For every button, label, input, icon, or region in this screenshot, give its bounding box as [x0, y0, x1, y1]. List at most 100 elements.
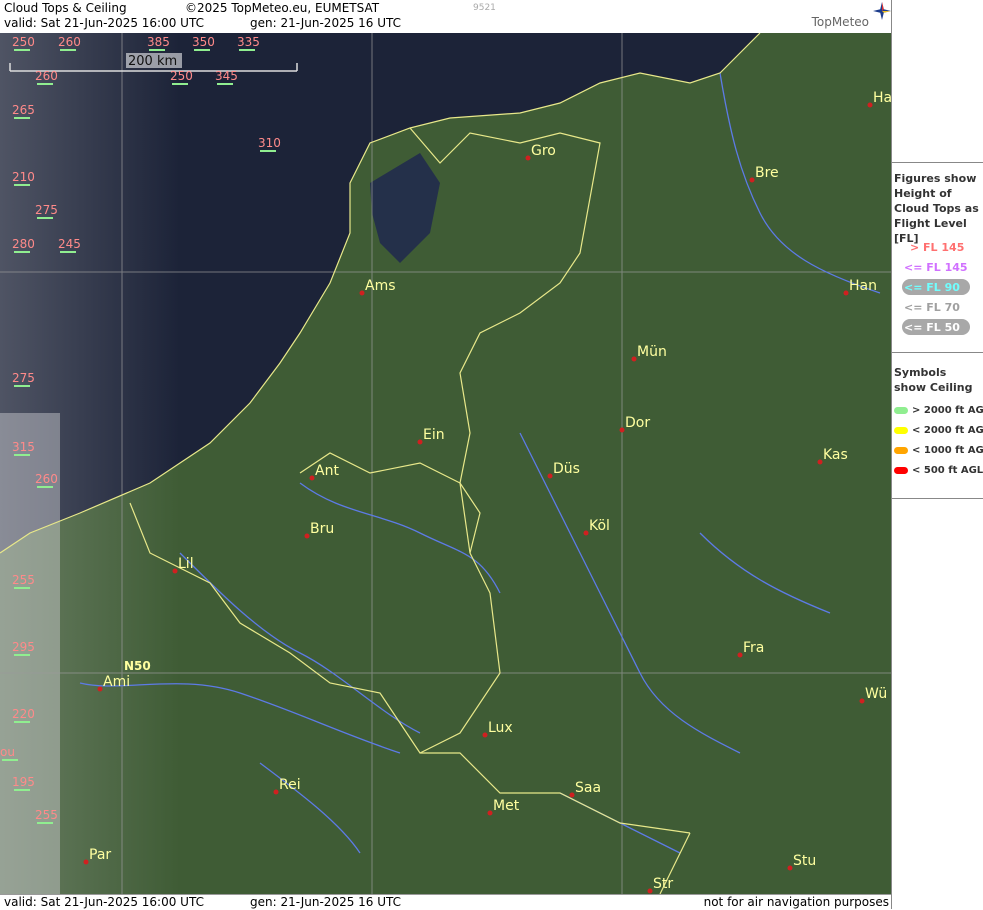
latitude-label: N50: [124, 659, 151, 673]
city-dot: [619, 427, 625, 433]
flight-level-label: 250: [12, 35, 35, 49]
ceiling-label: < 500 ft AGL: [912, 465, 983, 476]
compass-star-icon: [873, 2, 891, 20]
ceiling-swatch: [894, 426, 908, 434]
ceiling-legend: Symbols show Ceiling > 2000 ft AGL < 2000…: [892, 352, 983, 499]
city-label: Mün: [637, 344, 667, 360]
city-dot: [172, 568, 178, 574]
city-label: Fra: [743, 640, 764, 656]
city-dot: [487, 810, 493, 816]
flight-level-label: 315: [12, 440, 35, 454]
city-dot: [273, 789, 279, 795]
city-dot: [843, 290, 849, 296]
map-code: 9521: [473, 3, 496, 13]
ceiling-swatch: [894, 406, 908, 414]
city-label: Stu: [793, 853, 816, 869]
ceiling-entry: < 1000 ft AGL: [892, 445, 983, 456]
ceiling-entry: < 500 ft AGL: [892, 465, 983, 476]
city-dot: [737, 652, 743, 658]
ceiling-entry: < 2000 ft AGL: [892, 425, 983, 436]
map-canvas[interactable]: 200 km N50 Gro Bre Ams Han Mün Dor Ein Ant Düs Ka…: [0, 33, 891, 894]
flight-level-label: 195: [12, 775, 35, 789]
scale-label: 200 km: [128, 54, 177, 69]
city-label: Bre: [755, 165, 779, 181]
city-label: Kas: [823, 447, 848, 463]
flight-level-label: ou: [0, 745, 15, 759]
city-label: Gro: [531, 143, 556, 159]
city-label: Ams: [365, 278, 396, 294]
flight-level-entry: <= FL 90: [904, 281, 960, 294]
city-label: Ami: [103, 674, 130, 690]
map-header: Cloud Tops & Ceiling ©2025 TopMeteo.eu, …: [0, 0, 891, 32]
city-label: Ant: [315, 463, 339, 479]
city-dot: [867, 102, 873, 108]
city-label: Lil: [178, 556, 194, 572]
flight-level-label: 350: [192, 35, 215, 49]
city-label: Han: [849, 278, 877, 294]
flight-level-label: 255: [35, 808, 58, 822]
copyright-text: ©2025 TopMeteo.eu, EUMETSAT: [185, 1, 380, 15]
city-dot: [309, 475, 315, 481]
flight-level-label: 310: [258, 136, 281, 150]
flight-level-label: 295: [12, 640, 35, 654]
city-dot: [547, 473, 553, 479]
city-dot: [525, 155, 531, 161]
city-dot: [83, 859, 89, 865]
ceiling-label: > 2000 ft AGL: [912, 405, 983, 416]
flight-level-label: 385: [147, 35, 170, 49]
city-dot: [417, 439, 423, 445]
topmeteo-logo: TopMeteo: [811, 15, 869, 29]
city-dot: [482, 732, 488, 738]
flight-level-label: 210: [12, 170, 35, 184]
cloud-top-legend: Figures show Height of Cloud Tops as Fli…: [892, 162, 983, 353]
flight-level-label: 220: [12, 707, 35, 721]
ceiling-entry: > 2000 ft AGL: [892, 405, 983, 416]
city-dot: [359, 290, 365, 296]
flight-level-label: 335: [237, 35, 260, 49]
flight-level-label: 260: [35, 69, 58, 83]
ceiling-label: < 2000 ft AGL: [912, 425, 983, 436]
city-dot: [749, 177, 755, 183]
city-dot: [631, 356, 637, 362]
flight-level-label: 345: [215, 69, 238, 83]
city-label: Wü: [865, 686, 887, 702]
map-footer: valid: Sat 21-Jun-2025 16:00 UTC gen: 21…: [0, 894, 891, 910]
valid-time: valid: Sat 21-Jun-2025 16:00 UTC: [4, 16, 204, 30]
flight-level-label: 255: [12, 573, 35, 587]
flight-level-label: 260: [58, 35, 81, 49]
city-dot: [647, 888, 653, 894]
city-label: Par: [89, 847, 111, 863]
city-dot: [787, 865, 793, 871]
ceiling-swatch: [894, 466, 908, 474]
flight-level-entry: <= FL 70: [904, 301, 960, 314]
city-dot: [97, 686, 103, 692]
city-label: Düs: [553, 461, 580, 477]
city-label: Köl: [589, 518, 610, 534]
city-label: Dor: [625, 415, 650, 431]
flight-level-entry: <= FL 145: [904, 261, 968, 274]
flight-level-label: 275: [12, 371, 35, 385]
city-label: Str: [653, 876, 673, 892]
city-label: Ein: [423, 427, 445, 443]
city-label: Met: [493, 798, 520, 814]
footer-note: not for air navigation purposes: [703, 895, 889, 909]
city-dot: [569, 792, 575, 798]
ceiling-legend-title: Symbols show Ceiling: [894, 366, 973, 394]
ceiling-swatch: [894, 446, 908, 454]
flight-level-label: 265: [12, 103, 35, 117]
city-label: Ha: [873, 90, 891, 106]
city-label: Bru: [310, 521, 334, 537]
generated-time: gen: 21-Jun-2025 16 UTC: [250, 16, 402, 30]
flight-level-label: 250: [170, 69, 193, 83]
city-label: Saa: [575, 780, 601, 796]
flight-level-entry: > FL 145: [910, 241, 965, 254]
map-title: Cloud Tops & Ceiling: [4, 1, 127, 15]
flight-level-label: 245: [58, 237, 81, 251]
flight-level-entry: <= FL 50: [904, 321, 960, 334]
satellite-map[interactable]: 200 km N50 Gro Bre Ams Han Mün Dor Ein Ant Düs Ka…: [0, 33, 891, 894]
city-dot: [304, 533, 310, 539]
city-label: Rei: [279, 777, 301, 793]
flight-level-label: 260: [35, 472, 58, 486]
city-dot: [859, 698, 865, 704]
legend-panel: Figures show Height of Cloud Tops as Fli…: [891, 0, 983, 909]
